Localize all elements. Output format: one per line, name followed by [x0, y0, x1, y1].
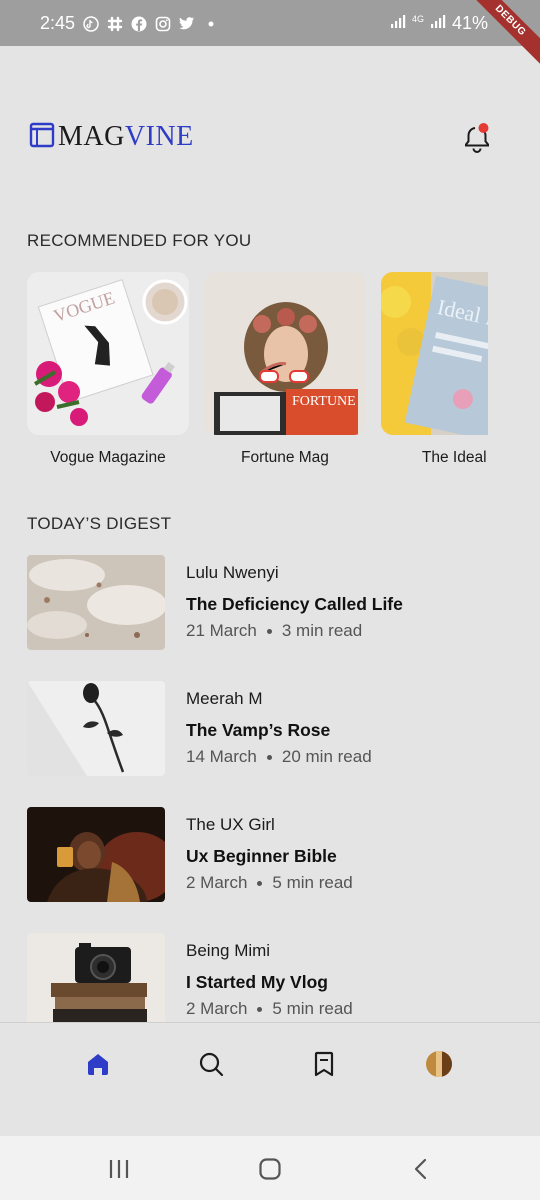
twitter-icon	[179, 16, 195, 32]
debug-banner: DEBUG	[461, 0, 540, 70]
digest-list-item[interactable]: Meerah M The Vamp’s Rose 14 March 20 min…	[27, 681, 507, 777]
article-date: 2 March	[186, 873, 248, 892]
article-author: Being Mimi	[186, 941, 271, 960]
article-date: 14 March	[186, 747, 257, 766]
article-read-time: 5 min read	[272, 873, 353, 892]
notifications-button[interactable]	[462, 122, 490, 153]
digest-list-item[interactable]: The UX Girl Ux Beginner Bible 2 March 5 …	[27, 807, 507, 903]
article-title: Ux Beginner Bible	[186, 846, 337, 866]
recommended-card[interactable]: FORTUNE Fortune Mag	[204, 272, 366, 467]
recommended-card[interactable]: Ideal H The Ideal H	[381, 272, 488, 467]
recommended-name: The Ideal H	[421, 449, 488, 466]
article-read-time: 20 min read	[281, 747, 372, 766]
tiktok-icon	[83, 15, 99, 32]
svg-text:FORTUNE: FORTUNE	[292, 394, 356, 409]
system-navigation-bar	[0, 1136, 540, 1200]
recents-button[interactable]	[106, 1156, 132, 1182]
network-type-label: 4G	[411, 14, 424, 24]
magazine-cover-image: Ideal H	[381, 272, 488, 435]
bottom-navigation	[0, 1022, 540, 1136]
notification-badge	[478, 123, 489, 133]
back-icon	[414, 1158, 427, 1180]
article-thumbnail	[27, 681, 165, 776]
article-title: The Vamp’s Rose	[186, 720, 331, 740]
status-bar: 2:45 4G 41% DEBUG	[0, 0, 540, 70]
nav-profile-button[interactable]	[424, 1049, 454, 1079]
recommended-name: Fortune Mag	[241, 449, 329, 466]
article-thumbnail	[27, 933, 165, 1023]
recommended-carousel[interactable]: VOGUE Vogue Magazine FORTUNE Fortune Mag…	[27, 272, 488, 472]
separator-dot	[266, 628, 272, 634]
article-date: 21 March	[186, 621, 257, 640]
article-title: I Started My Vlog	[186, 972, 328, 992]
facebook-icon	[131, 16, 147, 32]
article-author: Meerah M	[186, 689, 263, 708]
profile-avatar	[426, 1051, 452, 1077]
signal-icon	[390, 13, 406, 34]
recommended-title: RECOMMENDED FOR YOU	[27, 231, 252, 250]
separator-dot	[257, 880, 263, 886]
search-icon	[199, 1052, 224, 1077]
article-thumbnail	[27, 555, 165, 650]
recommended-name: Vogue Magazine	[50, 449, 166, 466]
magazine-cover-image: FORTUNE	[204, 272, 366, 435]
logo-part-mag: MAG	[58, 120, 125, 152]
separator-dot	[257, 1006, 263, 1012]
slack-icon	[107, 16, 123, 32]
app-logo[interactable]: MAGVINE	[28, 120, 194, 153]
bookmark-icon	[314, 1051, 334, 1077]
article-author: Lulu Nwenyi	[186, 563, 279, 582]
nav-search-button[interactable]	[196, 1049, 226, 1079]
instagram-icon	[155, 16, 171, 32]
digest-list-item[interactable]: Being Mimi I Started My Vlog 2 March 5 m…	[27, 933, 507, 1029]
logo-wordmark: MAGVINE	[58, 121, 194, 153]
recents-icon	[109, 1160, 129, 1178]
nav-bookmarks-button[interactable]	[309, 1049, 339, 1079]
status-time: 2:45	[40, 13, 76, 33]
article-date: 2 March	[186, 999, 248, 1018]
signal-icon	[430, 13, 446, 34]
battery-percent: 41%	[451, 13, 488, 33]
magazine-icon	[28, 120, 56, 153]
article-read-time: 5 min read	[272, 999, 353, 1018]
article-author: The UX Girl	[186, 815, 275, 834]
magazine-cover-image: VOGUE	[27, 272, 189, 435]
article-meta: 14 March 20 min read	[186, 747, 372, 767]
article-title: The Deficiency Called Life	[186, 594, 403, 614]
article-meta: 21 March 3 min read	[186, 621, 362, 641]
article-thumbnail	[27, 807, 165, 902]
back-button[interactable]	[408, 1156, 434, 1182]
logo-part-vine: VINE	[124, 120, 194, 152]
article-meta: 2 March 5 min read	[186, 873, 353, 893]
bell-icon	[465, 123, 489, 153]
recommended-card[interactable]: VOGUE Vogue Magazine	[27, 272, 189, 467]
digest-title: TODAY’S DIGEST	[27, 514, 172, 533]
article-meta: 2 March 5 min read	[186, 999, 353, 1019]
home-system-button[interactable]	[257, 1156, 283, 1182]
article-read-time: 3 min read	[281, 621, 363, 640]
digest-list-item[interactable]: Lulu Nwenyi The Deficiency Called Life 2…	[27, 555, 507, 651]
home-circle-icon	[259, 1158, 281, 1180]
nav-home-button[interactable]	[83, 1049, 113, 1079]
home-icon	[88, 1054, 108, 1075]
dot-icon	[203, 16, 219, 32]
separator-dot	[266, 754, 272, 760]
